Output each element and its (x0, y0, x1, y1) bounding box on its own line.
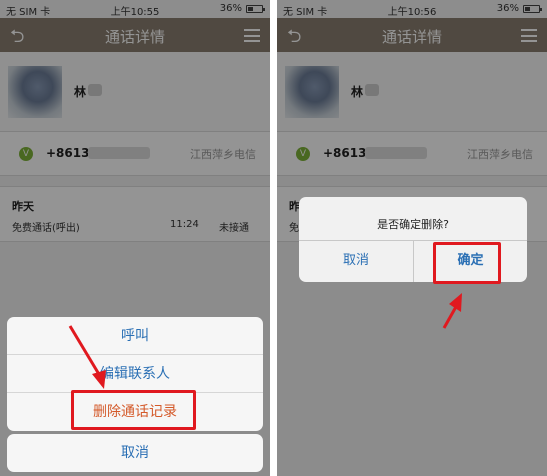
pointer-arrow-icon (442, 293, 462, 329)
right-phone-screen: 无 SIM 卡 上午10:56 36% ⮌ 通话详情 林 V +8613 江西萍… (277, 0, 547, 476)
pointer-arrow-icon (68, 325, 106, 389)
left-phone-screen: 无 SIM 卡 上午10:55 36% ⮌ 通话详情 林 V +8613 江西萍… (0, 0, 270, 476)
